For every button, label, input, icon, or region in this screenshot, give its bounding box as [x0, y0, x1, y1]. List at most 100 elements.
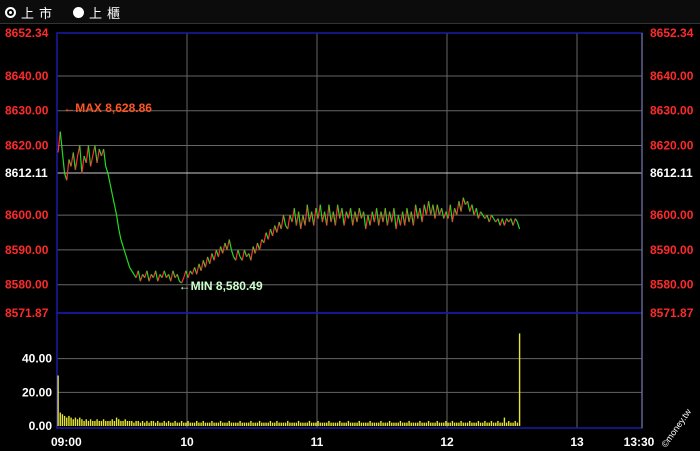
price-tick-label-left: 8590.00	[5, 243, 49, 257]
price-line-segment	[96, 148, 100, 164]
price-line-segment	[300, 215, 304, 230]
price-tick-label-right: 8590.00	[650, 243, 694, 257]
price-line-segment	[393, 208, 397, 230]
price-line-segment	[471, 204, 475, 216]
price-line-segment	[124, 253, 128, 261]
price-line-segment	[61, 152, 66, 174]
price-line-segment	[349, 208, 354, 226]
price-line-segment	[109, 183, 113, 195]
tab-listed-label: 上市	[21, 5, 58, 21]
price-line-segment	[146, 270, 150, 282]
price-tick-label-right: 8571.87	[650, 306, 694, 320]
price-line-segment	[358, 208, 363, 219]
volume-tick-label: 40.00	[22, 352, 52, 366]
volume-tick-label: 0.00	[29, 419, 53, 433]
price-line-segment	[432, 204, 436, 219]
radio-selected-icon[interactable]	[5, 6, 16, 18]
price-tick-label-left: 8630.00	[5, 104, 49, 118]
price-line-segment	[263, 232, 267, 244]
price-tick-label-left: 8612.11	[5, 166, 48, 180]
price-line-segment	[395, 215, 399, 230]
price-line-segment	[414, 204, 419, 219]
time-tick-label: 10	[180, 435, 194, 449]
price-line-segment	[213, 249, 217, 261]
price-line-segment	[241, 249, 246, 261]
price-tick-label-right: 8630.00	[650, 104, 694, 118]
price-line-segment	[466, 201, 471, 212]
price-line-segment	[297, 211, 302, 230]
price-line-segment	[375, 208, 380, 226]
price-line-segment	[87, 145, 92, 167]
time-tick-label: 12	[440, 435, 454, 449]
price-line-segment	[480, 211, 484, 216]
price-line-segment	[191, 267, 196, 275]
price-line-segment	[306, 204, 311, 223]
price-line-segment	[102, 148, 107, 167]
price-line-segment	[183, 270, 187, 278]
price-line-segment	[157, 274, 161, 282]
price-line-segment	[488, 214, 492, 223]
price-line-segment	[217, 246, 222, 257]
price-line-segment	[204, 256, 209, 268]
price-line-segment	[475, 208, 480, 219]
intraday-chart: 8652.34 8652.34 8640.00 8640.00 8630.00 8630.…	[5, 26, 694, 449]
price-line-segment	[228, 239, 233, 251]
tab-otc[interactable]: 上櫃	[73, 4, 125, 21]
price-line-segment	[163, 270, 167, 278]
price-tick-label-left: 8600.00	[5, 208, 49, 222]
price-line-segment	[235, 249, 239, 261]
price-line-segment	[254, 242, 259, 254]
price-line-segment	[200, 260, 204, 271]
price-line-segment	[313, 208, 317, 226]
price-line-segment	[421, 204, 425, 223]
price-line-segment	[512, 218, 516, 226]
price-line-segment	[462, 197, 466, 205]
price-line-segment	[319, 204, 324, 223]
price-line-segment	[434, 204, 438, 219]
price-line-segment	[336, 204, 341, 219]
price-line-segment	[427, 201, 432, 216]
price-line-segment	[271, 225, 276, 237]
price-line-segment	[237, 249, 241, 258]
watermark-text: ©money.tw	[659, 407, 693, 450]
price-line-segment	[120, 239, 124, 247]
price-line-segment	[514, 218, 518, 223]
price-line-segment	[378, 211, 382, 226]
price-line-segment	[497, 218, 501, 226]
price-line-segment	[280, 215, 285, 230]
price-line-segment	[369, 211, 373, 226]
time-tick-label: 13	[570, 435, 584, 449]
price-line-segment	[209, 253, 213, 264]
price-line-segment	[436, 204, 441, 216]
volume-pane-frame	[56, 312, 643, 429]
price-line-segment	[115, 215, 120, 230]
price-line-segment	[81, 155, 85, 174]
price-line-segment	[516, 221, 521, 230]
price-line-segment	[161, 270, 165, 278]
price-line-segment	[74, 155, 79, 170]
price-tick-label-right: 8652.34	[650, 26, 694, 40]
price-line-segment	[460, 197, 464, 212]
time-tick-label: 11	[311, 435, 324, 449]
price-line-segment	[98, 148, 102, 157]
price-line-segment	[230, 249, 235, 258]
tab-listed[interactable]: 上市	[5, 4, 58, 21]
time-tick-label: 13:30	[624, 435, 655, 449]
price-line-segment	[384, 208, 389, 226]
max-annotation: ←MAX 8,628.86	[63, 101, 152, 115]
price-tick-label-left: 8580.00	[5, 278, 49, 292]
price-line-segment	[139, 274, 144, 282]
price-tick-label-right: 8580.00	[650, 278, 694, 292]
price-tick-label-left: 8620.00	[5, 139, 49, 153]
price-line-segment	[365, 215, 369, 230]
price-line-segment	[148, 274, 152, 282]
min-annotation: ←MIN 8,580.49	[179, 279, 263, 293]
radio-unselected-icon[interactable]	[73, 6, 84, 18]
price-line-segment	[226, 239, 230, 251]
price-line-segment	[126, 260, 131, 268]
price-line-segment	[404, 208, 408, 226]
market-tab-bar: 上市 上櫃	[0, 0, 700, 24]
price-line-segment	[341, 208, 345, 226]
price-line-segment	[72, 152, 77, 170]
price-line-segment	[352, 211, 356, 226]
